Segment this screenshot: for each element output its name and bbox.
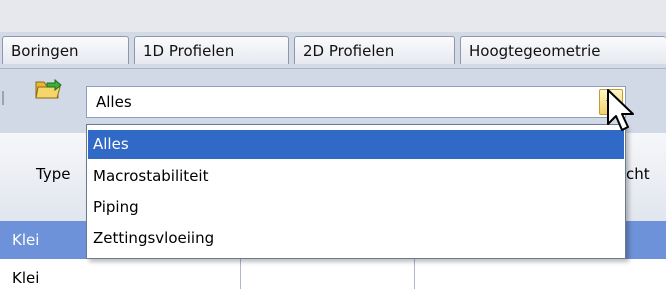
cell-type: Klei xyxy=(12,269,40,287)
column-header-type[interactable]: Type xyxy=(36,165,70,183)
combo-value: Alles xyxy=(96,93,132,111)
table-row[interactable]: Klei xyxy=(0,259,666,289)
toolbar-grip xyxy=(2,91,12,105)
column-divider xyxy=(414,259,415,289)
tab-1d-profielen[interactable]: 1D Profielen xyxy=(134,36,289,64)
dropdown-list: Alles Macrostabiliteit Piping Zettingsvl… xyxy=(86,124,626,259)
tab-hoogtegeometrie[interactable]: Hoogtegeometrie xyxy=(460,36,666,64)
column-divider xyxy=(240,259,241,289)
mouse-cursor-icon xyxy=(607,89,634,131)
tab-boringen[interactable]: Boringen xyxy=(2,36,129,64)
column-header-partial[interactable]: cht xyxy=(626,165,650,183)
tab-bar: Boringen 1D Profielen 2D Profielen Hoogt… xyxy=(0,32,666,69)
dropdown-option-piping[interactable]: Piping xyxy=(88,193,624,222)
dropdown-option-zettingsvloeiing[interactable]: Zettingsvloeiing xyxy=(88,224,624,253)
cell-type: Klei xyxy=(12,231,40,249)
filter-combobox[interactable]: Alles xyxy=(86,86,626,118)
window-top-strip xyxy=(0,0,666,32)
dropdown-option-alles[interactable]: Alles xyxy=(88,130,624,159)
tab-2d-profielen[interactable]: 2D Profielen xyxy=(294,36,455,64)
open-folder-icon[interactable] xyxy=(34,78,62,100)
dropdown-option-macrostabiliteit[interactable]: Macrostabiliteit xyxy=(88,162,624,191)
